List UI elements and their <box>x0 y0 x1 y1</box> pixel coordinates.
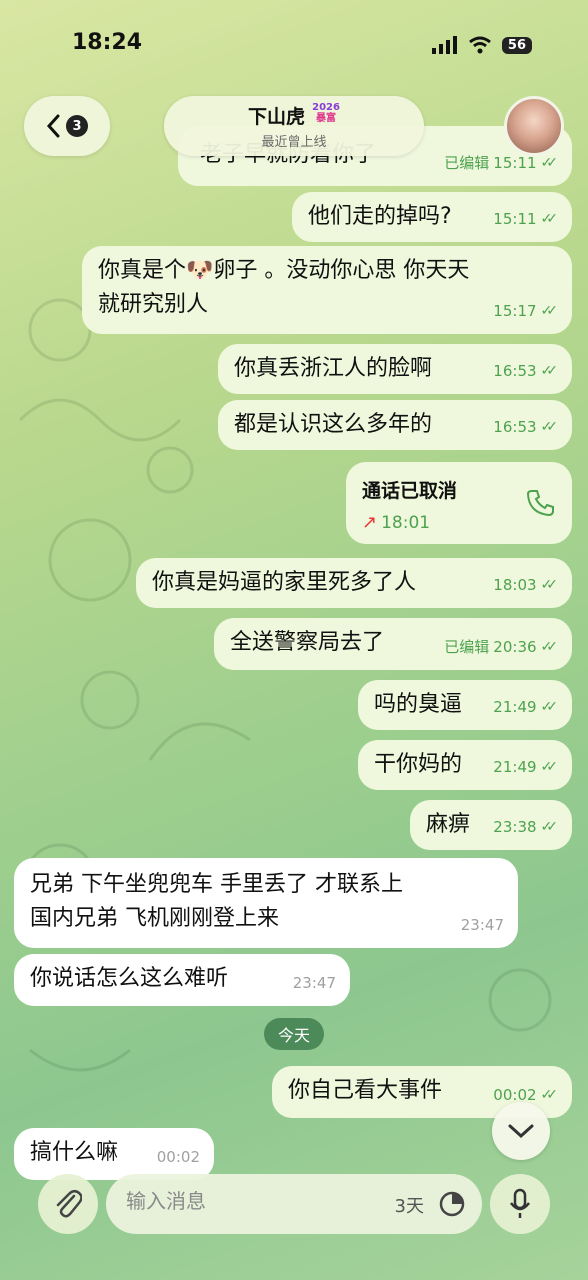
message-bubble[interactable]: 你真是个🐶卵子 。没动你心思 你天天 就研究别人 15:17 ✓✓ <box>82 246 572 334</box>
message-text: 你真丢浙江人的脸啊 <box>234 356 433 381</box>
message-time: 15:11 <box>493 210 537 228</box>
name-tag-line2: 暴富 <box>316 113 337 124</box>
message-text: 你说话怎么这么难听 <box>30 966 229 991</box>
message-field[interactable]: 3天 <box>106 1174 482 1234</box>
chevron-left-icon <box>46 114 60 138</box>
signal-icon <box>431 36 457 54</box>
name-tag: 2026 暴富 <box>312 102 340 124</box>
message-text-part: 就研究别人 <box>98 292 209 317</box>
message-bubble[interactable]: 都是认识这么多年的 16:53 ✓✓ <box>218 400 572 450</box>
status-time: 18:24 <box>72 30 143 55</box>
phone-icon[interactable] <box>526 488 556 518</box>
message-text: 你真是个🐶卵子 。没动你心思 你天天 就研究别人 <box>98 254 469 322</box>
message-text: 兄弟 下午坐兜兜车 手里丢了 才联系上 国内兄弟 飞机刚刚登上来 <box>30 868 403 936</box>
status-bar: 18:24 56 <box>0 0 588 90</box>
chat-name: 下山虎 <box>248 106 306 128</box>
message-time: 21:49 <box>493 698 537 716</box>
message-time: 23:38 <box>493 818 537 836</box>
paperclip-icon <box>56 1190 82 1218</box>
message-text-part: 国内兄弟 飞机刚刚登上来 <box>30 906 279 931</box>
message-time: 20:36 <box>493 638 537 656</box>
unread-count-badge: 3 <box>66 115 88 137</box>
call-bubble[interactable]: 通话已取消 ↗ 18:01 <box>346 462 572 544</box>
message-time: 16:53 <box>493 362 537 380</box>
read-check-icon: ✓✓ <box>540 419 559 435</box>
message-time: 21:49 <box>493 758 537 776</box>
name-tag-line1: 2026 <box>312 102 340 113</box>
message-bubble[interactable]: 你真是妈逼的家里死多了人 18:03 ✓✓ <box>136 558 572 608</box>
read-check-icon: ✓✓ <box>540 639 559 655</box>
microphone-icon <box>510 1188 530 1218</box>
date-divider: 今天 <box>264 1018 324 1050</box>
read-check-icon: ✓✓ <box>540 759 559 775</box>
message-text: 他们走的掉吗? <box>308 204 452 229</box>
call-time: 18:01 <box>381 513 431 533</box>
chevron-down-icon <box>508 1124 534 1139</box>
message-bubble[interactable]: 干你妈的 21:49 ✓✓ <box>358 740 572 790</box>
message-time: 18:03 <box>493 576 537 594</box>
chat-header: 3 下山虎 2026 暴富 最近曾上线 <box>0 94 588 164</box>
status-icons: 56 <box>431 36 532 54</box>
read-check-icon: ✓✓ <box>540 577 559 593</box>
dog-emoji-icon: 🐶 <box>186 258 214 283</box>
chat-last-seen: 最近曾上线 <box>261 135 327 150</box>
message-text: 搞什么嘛 <box>30 1140 119 1165</box>
message-time: 15:17 <box>493 302 537 320</box>
battery-indicator: 56 <box>501 36 532 54</box>
read-check-icon: ✓✓ <box>540 819 559 835</box>
message-input[interactable] <box>124 1188 368 1214</box>
call-status-text: 通话已取消 <box>362 480 458 502</box>
scroll-to-bottom-button[interactable] <box>492 1102 550 1160</box>
message-text: 你自己看大事件 <box>288 1078 443 1103</box>
attach-button[interactable] <box>38 1174 98 1234</box>
edited-label: 已编辑 <box>444 638 490 656</box>
message-time: 00:02 <box>156 1148 200 1166</box>
message-bubble[interactable]: 全送警察局去了 已编辑 20:36 ✓✓ <box>214 618 572 670</box>
message-bubble-incoming[interactable]: 你说话怎么这么难听 23:47 <box>14 954 350 1006</box>
message-bubble[interactable]: 麻痹 23:38 ✓✓ <box>410 800 572 850</box>
chat-title-pill[interactable]: 下山虎 2026 暴富 最近曾上线 <box>164 96 424 156</box>
message-text: 干你妈的 <box>374 752 463 777</box>
message-text-part: 你真是个 <box>98 258 187 283</box>
message-text: 全送警察局去了 <box>230 630 385 655</box>
missed-call-arrow-icon: ↗ <box>362 512 378 533</box>
message-time: 23:47 <box>460 916 504 934</box>
message-bubble[interactable]: 你真丢浙江人的脸啊 16:53 ✓✓ <box>218 344 572 394</box>
avatar[interactable] <box>504 96 564 156</box>
read-check-icon: ✓✓ <box>540 303 559 319</box>
timer-icon[interactable] <box>438 1190 466 1218</box>
self-destruct-timer-label[interactable]: 3天 <box>395 1192 424 1218</box>
message-time: 23:47 <box>292 974 336 992</box>
message-text: 你真是妈逼的家里死多了人 <box>152 570 417 595</box>
message-time: 16:53 <box>493 418 537 436</box>
read-check-icon: ✓✓ <box>540 699 559 715</box>
back-button[interactable]: 3 <box>24 96 110 156</box>
call-meta: ↗ 18:01 <box>362 506 430 540</box>
message-text: 吗的臭逼 <box>374 692 463 717</box>
message-bubble[interactable]: 他们走的掉吗? 15:11 ✓✓ <box>292 192 572 242</box>
message-text: 都是认识这么多年的 <box>234 412 433 437</box>
message-text-part: 兄弟 下午坐兜兜车 手里丢了 才联系上 <box>30 872 403 897</box>
message-bubble-incoming[interactable]: 兄弟 下午坐兜兜车 手里丢了 才联系上 国内兄弟 飞机刚刚登上来 23:47 <box>14 858 518 948</box>
message-bubble[interactable]: 吗的臭逼 21:49 ✓✓ <box>358 680 572 730</box>
voice-record-button[interactable] <box>490 1174 550 1234</box>
wifi-icon <box>468 36 491 54</box>
message-text-part: 卵子 。没动你心思 你天天 <box>213 258 470 283</box>
read-check-icon: ✓✓ <box>540 211 559 227</box>
message-input-bar: 3天 <box>0 1170 588 1240</box>
read-check-icon: ✓✓ <box>540 1087 559 1103</box>
message-text: 麻痹 <box>426 812 471 837</box>
read-check-icon: ✓✓ <box>540 363 559 379</box>
